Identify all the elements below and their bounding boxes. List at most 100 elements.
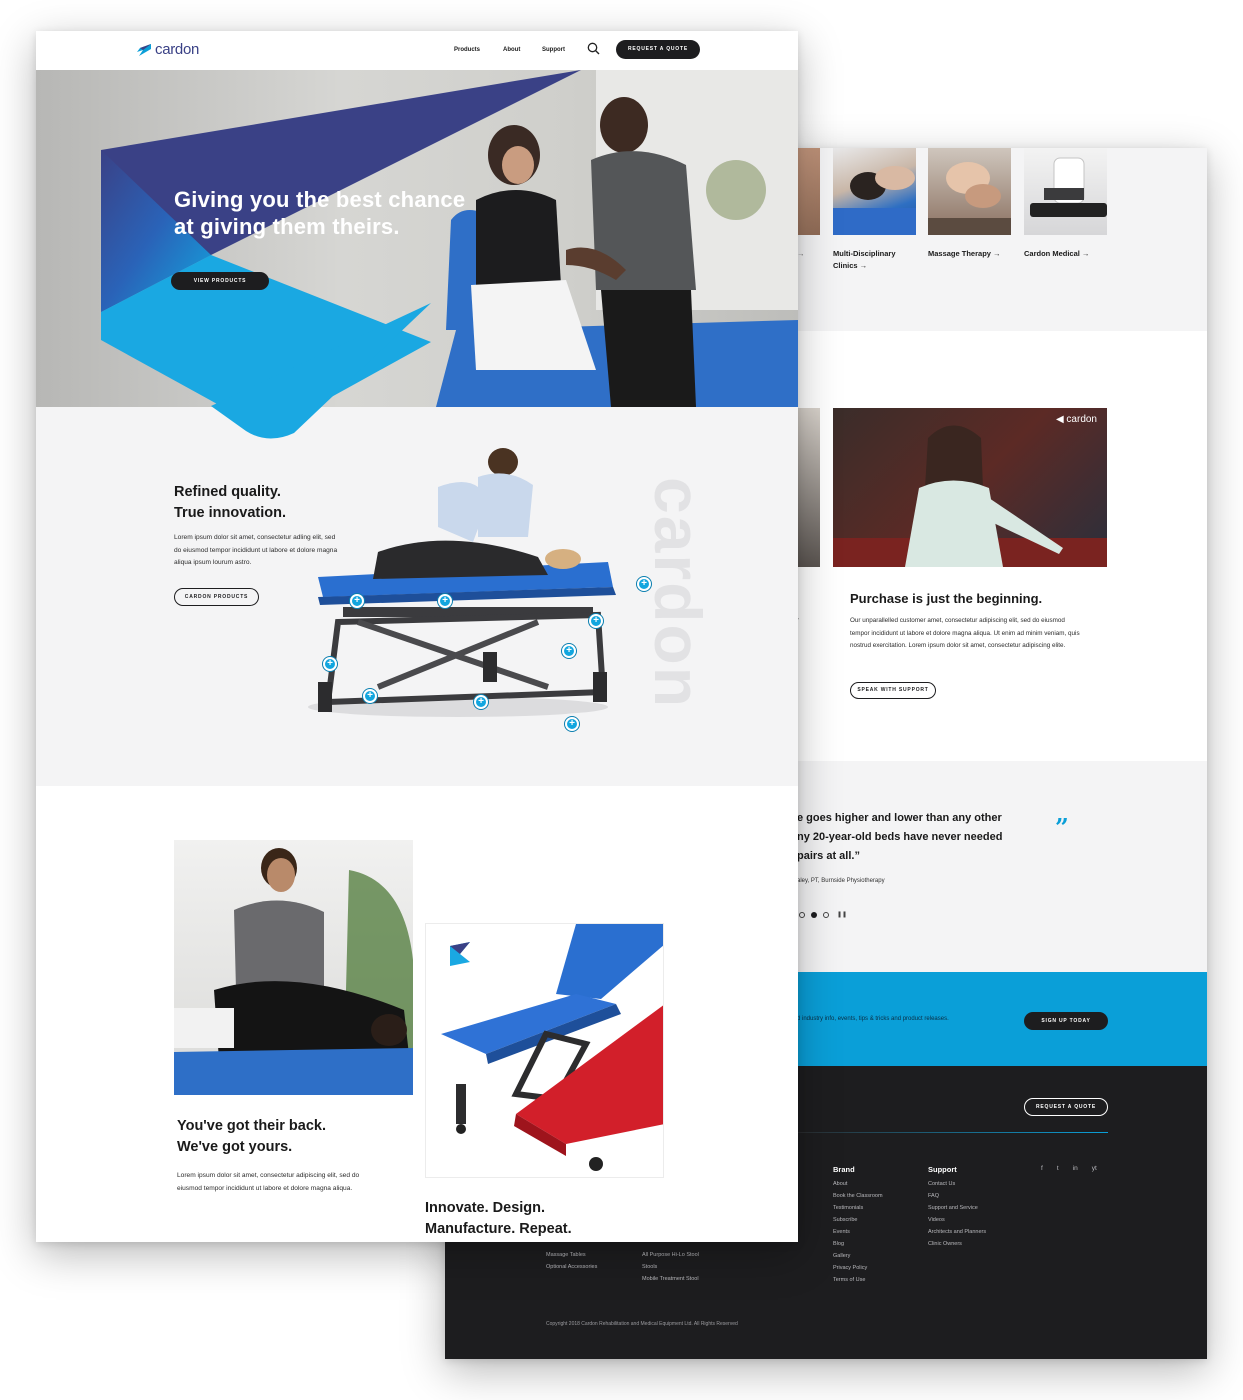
footer-link[interactable]: Gallery [833,1250,883,1262]
footer-link[interactable]: Mobile Treatment Stool [642,1273,699,1285]
twitter-icon[interactable]: t [1057,1165,1059,1172]
feature-hotspot-icon[interactable]: + [350,594,364,608]
pause-icon[interactable]: ❚❚ [837,912,847,918]
footer-link[interactable]: Testimonials [833,1202,883,1214]
carousel-dot[interactable] [799,912,805,918]
therapist-photo [174,840,413,1095]
thumb-massage[interactable] [928,148,1011,235]
purchase-title: Purchase is just the beginning. [850,591,1043,606]
quote-mark-icon: ” [1055,813,1069,842]
youtube-icon[interactable]: yt [1092,1165,1097,1172]
hero-section: Giving you the best chance at giving the… [36,70,798,407]
category-label: Massage Therapy → [928,249,1001,258]
footer-link[interactable]: Massage Tables [546,1249,597,1261]
quote-line: e goes higher and lower than any other [797,812,1002,824]
feature-hotspot-icon[interactable]: + [565,717,579,731]
cardon-watermark: cardon [641,477,715,710]
feature-hotspot-icon[interactable]: + [474,695,488,709]
footer-link[interactable]: Book the Classroom [833,1190,883,1202]
footer-column-1-visible: Massage Tables Optional Accessories [546,1249,597,1273]
hero-headline-line: Giving you the best chance [174,187,466,212]
back-section-title: You've got their back. We've got yours. [177,1116,326,1158]
feature-hotspot-icon[interactable]: + [438,594,452,608]
footer-support-column: Support Contact Us FAQ Support and Servi… [928,1164,986,1250]
footer-request-quote-button[interactable]: Request a Quote [1024,1098,1108,1116]
innovate-title: Innovate. Design. Manufacture. Repeat. [425,1198,572,1240]
site-header: cardon Products About Support Request a … [36,31,798,70]
nav-products[interactable]: Products [454,47,480,53]
support-video[interactable]: ◀ cardon [833,408,1107,567]
footer-link[interactable]: Terms of Use [833,1274,883,1286]
back-section-title-line: You've got their back. [177,1118,327,1134]
footer-link[interactable]: Architects and Planners [928,1226,986,1238]
front-page-mockup: cardon Products About Support Request a … [36,31,798,1242]
view-products-button[interactable]: View Products [171,272,269,290]
features-section: You've got their back. We've got yours. … [36,786,798,1242]
social-links: f t in yt [1041,1165,1097,1172]
thumb-medical[interactable] [1024,148,1107,235]
quality-section: cardon Refined quality. True innovation.… [36,303,798,786]
footer-link[interactable]: Clinic Owners [928,1238,986,1250]
testimonial-quote: e goes higher and lower than any other n… [797,809,1002,866]
footer-heading: Support [928,1165,957,1174]
cardon-products-button[interactable]: Cardon Products [174,588,259,606]
footer-link[interactable]: FAQ [928,1190,986,1202]
feature-hotspot-icon[interactable]: + [323,657,337,671]
logo-text: cardon [155,41,200,58]
speak-with-support-button[interactable]: Speak with Support [850,682,936,699]
footer-link[interactable]: Support and Service [928,1202,986,1214]
linkedin-icon[interactable]: in [1073,1165,1078,1172]
footer-column-2-visible: All Purpose Hi-Lo Stool Stools Mobile Tr… [642,1249,699,1285]
carousel-dot-active[interactable] [811,912,817,918]
request-quote-button[interactable]: Request a Quote [616,40,700,59]
hero-headline-line: at giving them theirs. [174,214,400,239]
footer-divider [797,1132,1108,1133]
category-massage[interactable]: Massage Therapy → [928,248,1001,260]
facebook-icon[interactable]: f [1041,1165,1043,1172]
thumb-partial-arrow: → [797,249,805,258]
footer-link[interactable]: Blog [833,1238,883,1250]
footer-brand-column: Brand About Book the Classroom Testimoni… [833,1164,883,1286]
footer-link[interactable]: Privacy Policy [833,1262,883,1274]
innovate-title-line: Innovate. Design. [425,1200,546,1216]
innovate-title-line: Manufacture. Repeat. [425,1221,572,1237]
logo[interactable]: cardon [137,41,199,58]
category-medical[interactable]: Cardon Medical → [1024,248,1089,260]
treatment-table-photo [308,448,616,717]
back-section-title-line: We've got yours. [177,1139,293,1155]
quality-title: Refined quality. True innovation. [174,482,286,524]
footer-link[interactable]: Optional Accessories [546,1261,597,1273]
thumb-multidisciplinary[interactable] [833,148,916,235]
footer-heading: Brand [833,1165,855,1174]
nav-support[interactable]: Support [542,47,565,53]
category-label: Multi-Disciplinary [833,249,896,258]
footer-link[interactable]: About [833,1178,883,1190]
footer-link[interactable]: Events [833,1226,883,1238]
search-icon[interactable] [587,42,600,55]
sign-up-button[interactable]: Sign Up Today [1024,1012,1108,1030]
table-product-photo [425,923,664,1178]
video-logo: ◀ cardon [1056,414,1097,425]
feature-hotspot-icon[interactable]: + [562,644,576,658]
category-label: Cardon Medical → [1024,249,1090,258]
feature-hotspot-icon[interactable]: + [637,577,651,591]
back-section-body: Lorem ipsum dolor sit amet, consectetur … [177,1172,360,1192]
nav-about[interactable]: About [503,47,520,53]
carousel-dot[interactable] [823,912,829,918]
category-multidisciplinary[interactable]: Multi-Disciplinary Clinics → [833,248,896,272]
hero-headline: Giving you the best chance at giving the… [174,186,465,240]
footer-link[interactable]: Stools [642,1261,699,1273]
thumb-partial[interactable] [798,148,820,235]
feature-hotspot-icon[interactable]: + [589,614,603,628]
newsletter-text: d industry info, events, tips & tricks a… [797,1016,949,1022]
footer-link[interactable]: All Purpose Hi-Lo Stool [642,1249,699,1261]
feature-hotspot-icon[interactable]: + [363,689,377,703]
quote-line: pairs at all.” [797,850,860,862]
copyright-visible: Copyright 2018 Cardon Rehabilitation and… [546,1321,738,1327]
testimonial-author: aley, PT, Burnside Physiotherapy [797,878,885,884]
quote-line: ny 20-year-old beds have never needed [797,831,1003,843]
footer-link[interactable]: Subscribe [833,1214,883,1226]
footer-link[interactable]: Contact Us [928,1178,986,1190]
video-logo-text: cardon [1066,414,1097,425]
footer-link[interactable]: Videos [928,1214,986,1226]
